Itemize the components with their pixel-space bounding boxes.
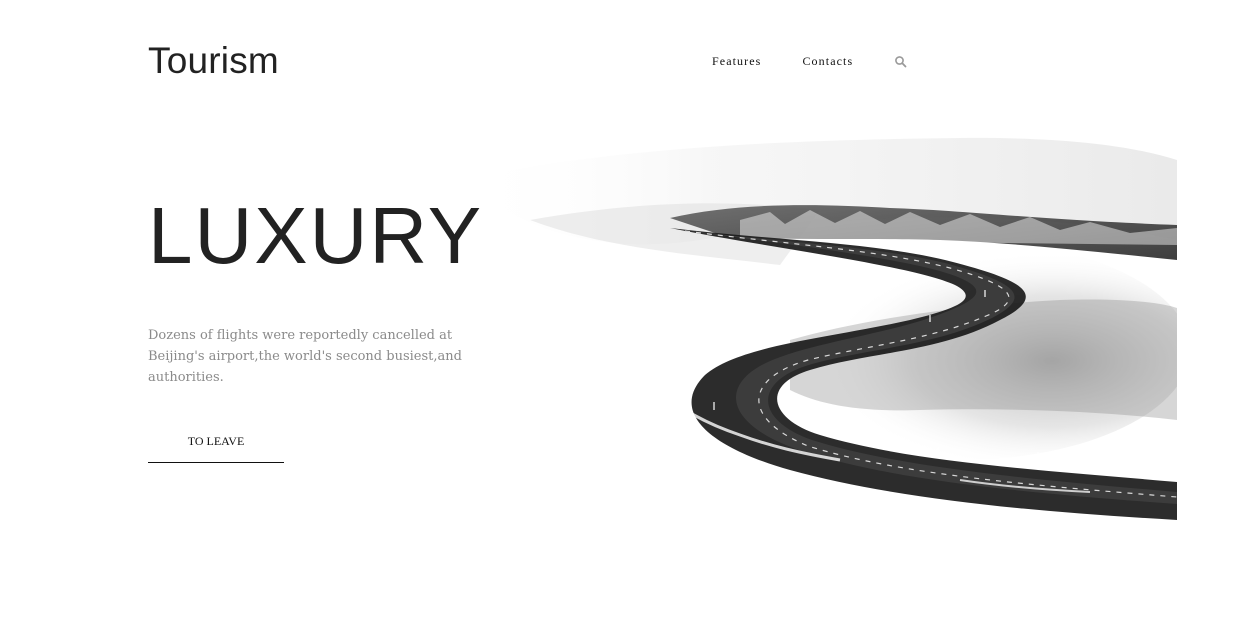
site-logo[interactable]: Tourism [148,40,279,82]
to-leave-button[interactable]: TO LEAVE [148,424,284,463]
hero-landscape-image [440,90,1190,530]
hero-title: LUXURY [148,191,484,280]
main-nav: Features Contacts [712,54,908,69]
nav-item-features[interactable]: Features [712,54,761,69]
nav-item-contacts[interactable]: Contacts [802,54,853,69]
search-icon[interactable] [894,55,908,69]
